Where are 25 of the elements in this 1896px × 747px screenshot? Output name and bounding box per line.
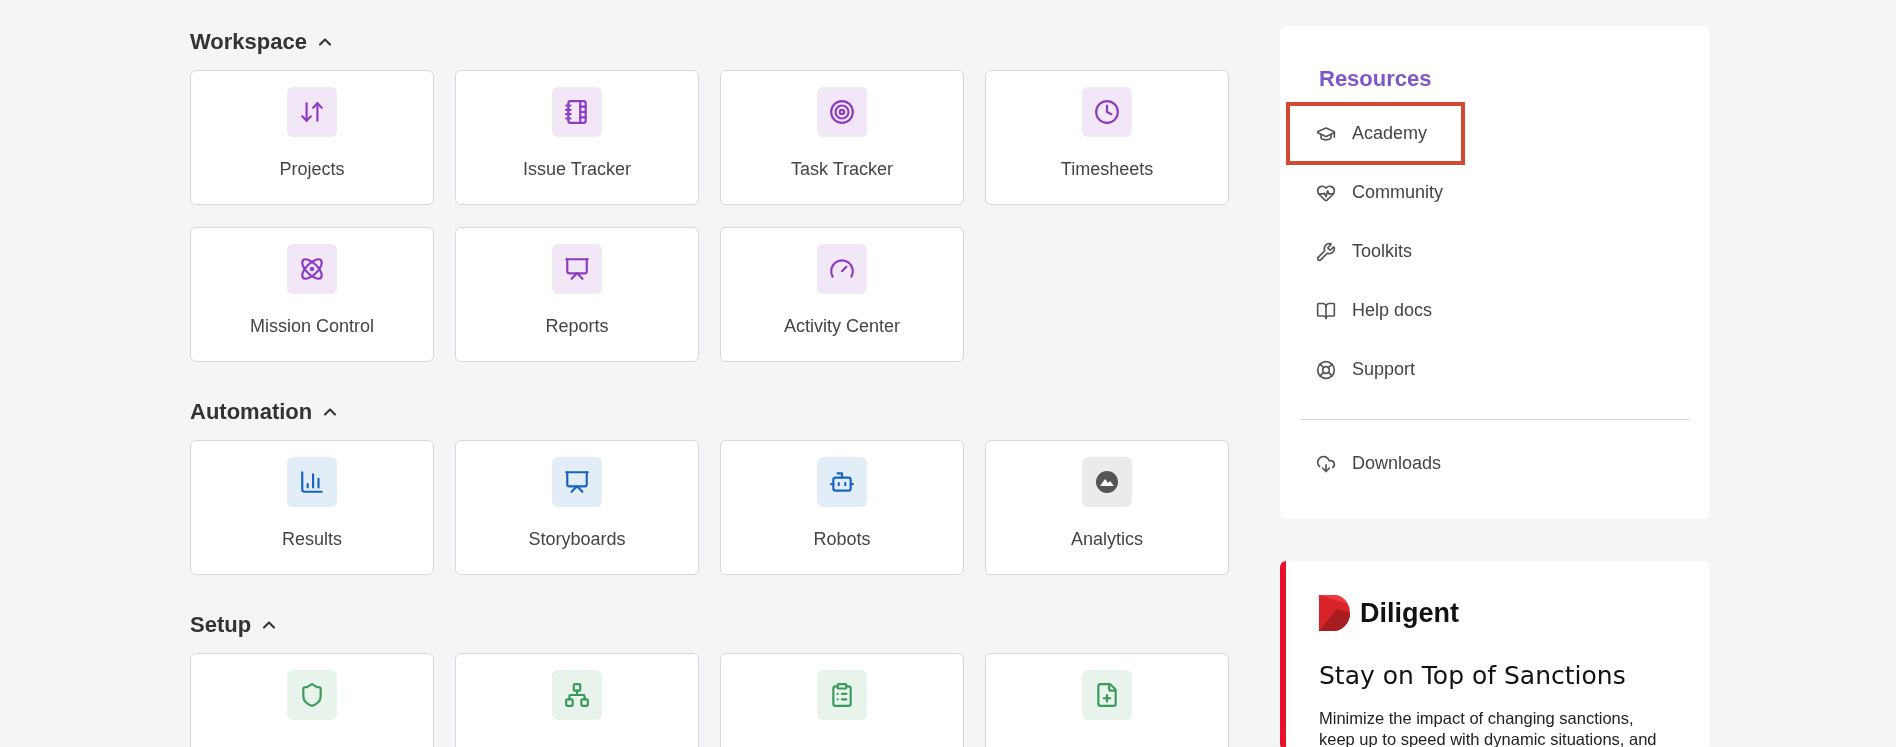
app-card[interactable]: Task Tracker — [720, 70, 964, 205]
heart-pulse-icon — [1316, 182, 1336, 203]
app-card[interactable]: Issue Tracker — [455, 70, 699, 205]
app-card[interactable]: Analytics — [985, 440, 1229, 575]
resource-link[interactable]: Downloads — [1286, 432, 1480, 495]
lifebuoy-icon — [1316, 359, 1336, 380]
cloud-download-icon — [1316, 453, 1336, 474]
panel-title: Resources — [1319, 66, 1433, 92]
section-heading: Workspace — [190, 29, 307, 55]
app-card[interactable]: Projects — [190, 70, 434, 205]
app-card[interactable]: Reports — [455, 227, 699, 362]
section-heading: Setup — [190, 612, 252, 638]
section-heading: Automation — [190, 399, 313, 425]
brand-name: Diligent — [1360, 597, 1459, 629]
app-card[interactable]: Storyboards — [455, 440, 699, 575]
app-card[interactable]: Robots — [720, 440, 964, 575]
logo-icon — [1319, 595, 1352, 631]
app-card[interactable]: Mission Control — [190, 227, 434, 362]
app-card[interactable]: Timesheets — [985, 70, 1229, 205]
wrench-icon — [1316, 241, 1336, 262]
ad-title: Stay on Top of Sanctions — [1319, 661, 1627, 690]
resource-link[interactable]: Academy — [1286, 102, 1466, 165]
book-icon — [1316, 300, 1336, 321]
app-card[interactable]: Activity Center — [720, 227, 964, 362]
app-card[interactable]: Results — [190, 440, 434, 575]
